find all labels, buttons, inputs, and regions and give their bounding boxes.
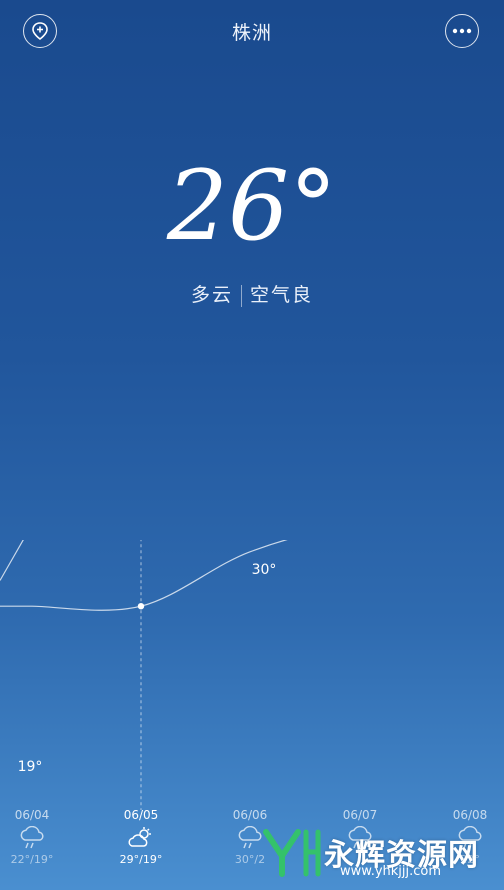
forecast-day-06-04[interactable]: 06/04 22°/19° <box>0 808 67 866</box>
watermark-logo-icon <box>263 829 321 877</box>
more-button[interactable] <box>445 14 479 48</box>
forecast-date: 06/07 <box>342 808 378 822</box>
forecast-date: 06/04 <box>14 808 50 822</box>
condition-row: 多云 空气良 <box>0 280 504 307</box>
forecast-range: 29°/19° <box>119 853 163 866</box>
forecast-range: 22°/19° <box>10 853 54 866</box>
divider <box>241 284 242 307</box>
weather-condition: 多云 <box>190 284 233 306</box>
forecast-date: 06/06 <box>232 808 268 822</box>
low-start-label: 19° <box>18 759 43 775</box>
watermark: 永辉资源网 www.yhkjjj.com <box>262 826 479 879</box>
watermark-url: www.yhkjjj.com <box>340 864 442 879</box>
partly-cloudy-icon <box>106 825 176 851</box>
high-peak-label: 30° <box>252 562 277 578</box>
selected-low-point <box>137 603 145 610</box>
temperature-chart[interactable]: 30° 19° <box>0 540 504 810</box>
forecast-day-06-05[interactable]: 06/05 29°/19° <box>106 808 176 866</box>
more-icon <box>452 28 472 34</box>
air-quality: 空气良 <box>250 284 314 306</box>
city-title: 株洲 <box>231 22 272 44</box>
forecast-date: 06/05 <box>123 808 159 822</box>
current-temperature: 26° <box>166 150 338 262</box>
forecast-date: 06/08 <box>452 808 488 822</box>
cloud-rain-icon <box>0 825 67 851</box>
